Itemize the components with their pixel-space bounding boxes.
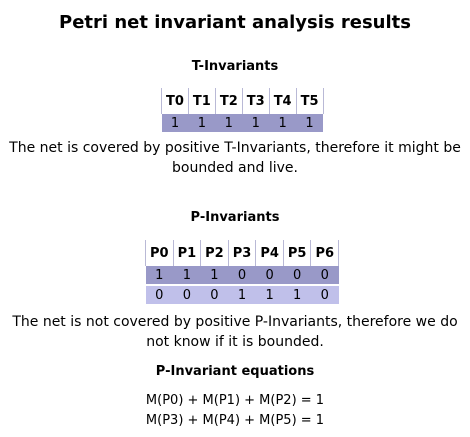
p-invariant-cell: 1 bbox=[255, 284, 284, 304]
p-invariant-cell: 0 bbox=[310, 266, 339, 285]
t-invariant-cell: 1 bbox=[242, 114, 270, 132]
p-invariant-cell: 1 bbox=[173, 266, 201, 285]
invariant-equation: M(P3) + M(P4) + M(P5) = 1 bbox=[145, 413, 325, 428]
t-invariants-heading: T-Invariants bbox=[191, 59, 279, 74]
t-column-header: T3 bbox=[241, 88, 270, 114]
invariant-equation: M(P0) + M(P1) + M(P2) = 1 bbox=[145, 393, 325, 408]
p-column-header: P6 bbox=[310, 240, 340, 266]
t-invariant-cell: 1 bbox=[296, 114, 324, 132]
t-column-header: T5 bbox=[295, 88, 324, 114]
p-column-header: P2 bbox=[200, 240, 229, 266]
t-invariant-cell: 1 bbox=[269, 114, 297, 132]
t-column-header: T4 bbox=[268, 88, 297, 114]
p-invariant-row: 0 0 0 1 1 1 0 bbox=[145, 284, 339, 304]
p-invariant-cell: 0 bbox=[283, 266, 311, 285]
p-column-header: P3 bbox=[227, 240, 257, 266]
t-invariants-header-row: T0 T1 T2 T3 T4 T5 bbox=[161, 88, 324, 114]
equations-heading: P-Invariant equations bbox=[155, 364, 315, 379]
p-invariants-table: P0 P1 P2 P3 P4 P5 P6 1 1 1 0 0 0 0 0 0 0… bbox=[145, 240, 340, 304]
t-invariants-note: The net is covered by positive T-Invaria… bbox=[9, 140, 461, 176]
p-invariant-cell: 0 bbox=[173, 284, 201, 304]
p-column-header: P0 bbox=[145, 240, 174, 266]
t-column-header: T2 bbox=[214, 88, 243, 114]
t-invariant-cell: 1 bbox=[215, 114, 243, 132]
t-invariant-cell: 1 bbox=[188, 114, 216, 132]
p-invariant-cell: 0 bbox=[310, 284, 339, 304]
p-invariant-cell: 1 bbox=[200, 266, 229, 285]
p-invariant-cell: 0 bbox=[145, 284, 174, 304]
page-title: Petri net invariant analysis results bbox=[59, 12, 411, 33]
p-invariant-cell: 1 bbox=[228, 284, 256, 304]
p-invariants-note: The net is not covered by positive P-Inv… bbox=[12, 314, 458, 350]
p-column-header: P4 bbox=[255, 240, 284, 266]
t-column-header: T0 bbox=[161, 88, 189, 114]
p-invariant-cell: 0 bbox=[228, 266, 256, 285]
t-column-header: T1 bbox=[187, 88, 216, 114]
p-column-header: P5 bbox=[282, 240, 312, 266]
p-invariant-cell: 0 bbox=[200, 284, 229, 304]
p-invariants-heading: P-Invariants bbox=[190, 210, 280, 225]
t-invariants-table: T0 T1 T2 T3 T4 T5 1 1 1 1 1 1 bbox=[161, 88, 324, 132]
t-invariant-row: 1 1 1 1 1 1 bbox=[161, 114, 324, 132]
results-page: Petri net invariant analysis results T-I… bbox=[0, 0, 470, 437]
p-column-header: P1 bbox=[172, 240, 202, 266]
t-invariant-cell: 1 bbox=[161, 114, 189, 132]
p-invariant-cell: 1 bbox=[283, 284, 311, 304]
p-invariant-row: 1 1 1 0 0 0 0 bbox=[145, 266, 339, 285]
p-invariant-cell: 0 bbox=[255, 266, 284, 285]
p-invariant-cell: 1 bbox=[145, 266, 174, 285]
p-invariants-header-row: P0 P1 P2 P3 P4 P5 P6 bbox=[145, 240, 340, 266]
